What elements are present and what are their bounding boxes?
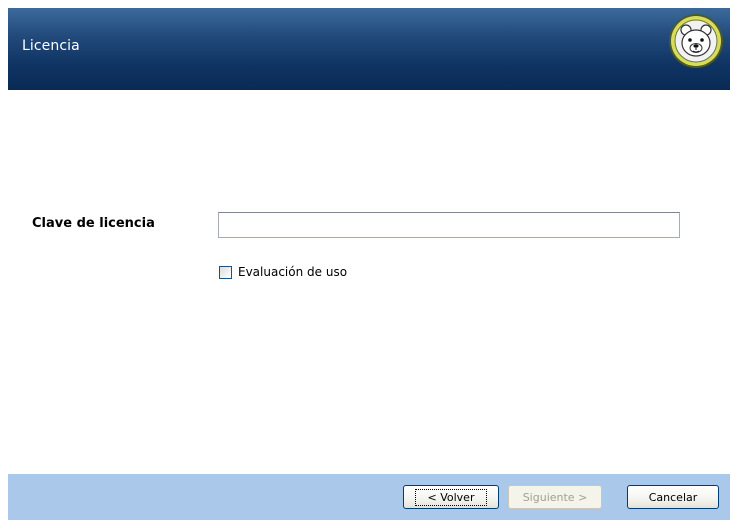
next-button[interactable]: Siguiente > [508, 485, 602, 509]
back-button[interactable]: < Volver [403, 485, 499, 509]
license-key-input[interactable] [218, 212, 680, 238]
cancel-button-label: Cancelar [648, 490, 698, 504]
evaluation-checkbox[interactable] [219, 265, 232, 279]
back-button-label: < Volver [414, 488, 488, 506]
wizard-header: Licencia [8, 8, 730, 90]
license-key-label: Clave de licencia [32, 216, 155, 231]
evaluation-label[interactable]: Evaluación de uso [238, 265, 347, 279]
cancel-button[interactable]: Cancelar [627, 485, 719, 509]
next-button-label: Siguiente > [522, 490, 588, 504]
license-wizard-window: Licencia Clave de licencia Evaluación de… [0, 0, 732, 520]
page-title: Licencia [22, 38, 80, 54]
polar-bear-icon [669, 14, 723, 68]
evaluation-option[interactable]: Evaluación de uso [219, 265, 347, 279]
wizard-content: Clave de licencia Evaluación de uso [8, 90, 730, 474]
wizard-footer: < Volver Siguiente > Cancelar [8, 474, 730, 520]
